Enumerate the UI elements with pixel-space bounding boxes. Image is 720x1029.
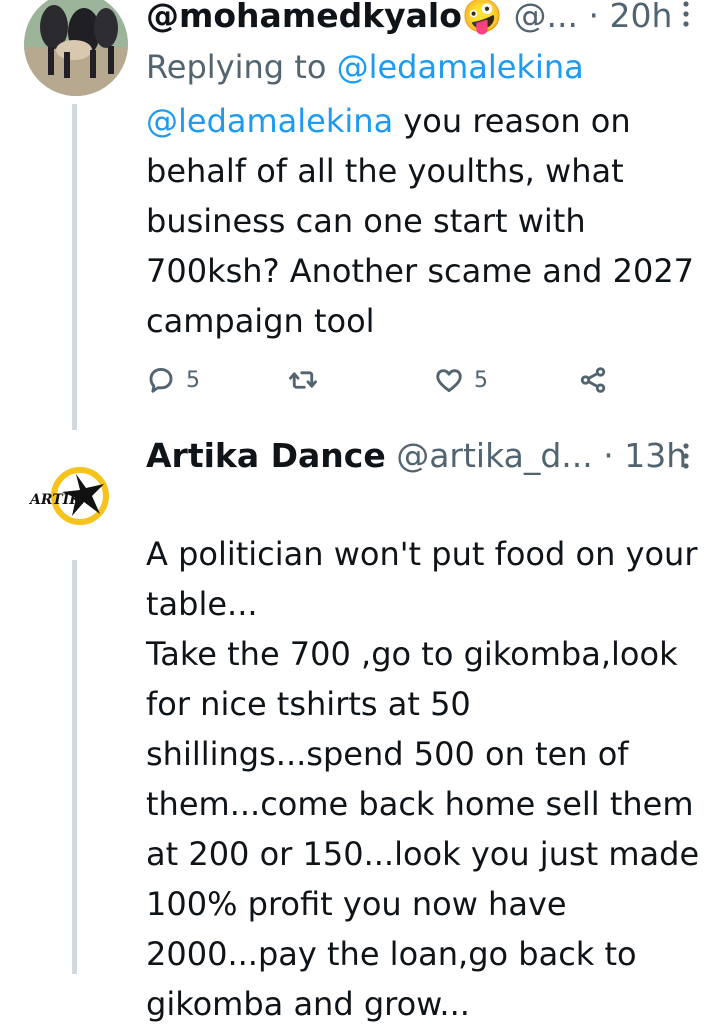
thread-line <box>72 104 77 430</box>
tweet-header: @mohamedkyalo🤪 @... · 20h <box>146 0 700 36</box>
timestamp[interactable]: 13h <box>624 436 687 475</box>
share-icon <box>580 367 606 393</box>
artika-logo: ARTIKA <box>20 444 124 548</box>
timestamp[interactable]: 20h <box>610 0 673 35</box>
mention-link[interactable]: @ledamalekina <box>146 102 393 140</box>
tweet-artika-dance[interactable]: ARTIKA Artika Dance @artika_d... · 13h A… <box>0 430 720 1023</box>
tweet-mohamedkyalo[interactable]: @mohamedkyalo🤪 @... · 20h Replying to @l… <box>0 0 720 430</box>
replying-prefix: Replying to <box>146 48 337 86</box>
reply-count: 5 <box>186 367 200 393</box>
replying-to: Replying to @ledamalekina <box>146 47 584 87</box>
tweet-actions: 5 5 <box>146 358 646 402</box>
display-name[interactable]: @mohamedkyalo <box>146 0 462 35</box>
reply-icon <box>149 367 173 393</box>
retweet-icon <box>289 371 317 389</box>
like-count: 5 <box>474 367 488 393</box>
separator: · <box>603 436 614 475</box>
like-button[interactable]: 5 <box>434 358 488 402</box>
like-icon <box>436 369 462 393</box>
tweet-body: A politician won't put food on your tabl… <box>146 535 700 1023</box>
tweet-text: A politician won't put food on your tabl… <box>146 479 706 1029</box>
reply-button[interactable]: 5 <box>146 358 200 402</box>
logo-text: ARTIKA <box>28 492 92 508</box>
more-options-icon[interactable] <box>682 0 690 28</box>
avatar[interactable]: ARTIKA <box>20 444 124 548</box>
retweet-button[interactable] <box>288 358 328 402</box>
thread-line <box>72 560 77 974</box>
photo-avatar <box>24 0 128 96</box>
more-options-icon[interactable] <box>682 442 690 470</box>
tweet-header: Artika Dance @artika_d... · 13h <box>146 436 700 476</box>
replying-to-link[interactable]: @ledamalekina <box>337 48 584 86</box>
emoji: 🤪 <box>461 0 504 35</box>
separator: · <box>588 0 600 35</box>
display-name[interactable]: Artika Dance <box>146 436 386 475</box>
handle[interactable]: @artika_d... <box>396 436 593 475</box>
tweet-text: @ledamalekina you reason on behalf of al… <box>146 96 706 346</box>
avatar[interactable] <box>24 0 128 96</box>
share-button[interactable] <box>578 358 608 402</box>
handle[interactable]: @... <box>514 0 578 35</box>
